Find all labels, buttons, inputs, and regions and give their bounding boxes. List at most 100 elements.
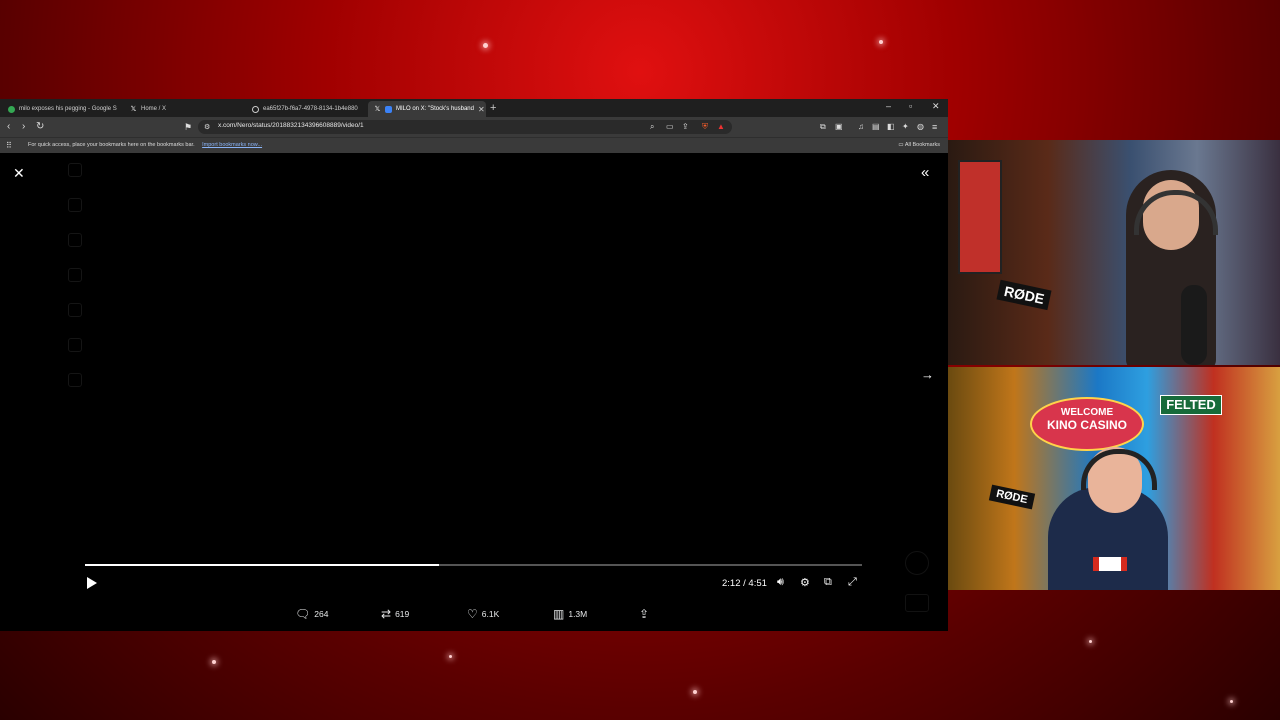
forward-icon[interactable]: ›	[22, 121, 25, 133]
microphone-brand: RØDE	[996, 279, 1052, 311]
ghost-nav-item	[68, 268, 82, 282]
wallet-icon[interactable]: ▣	[835, 121, 843, 133]
current-time: 2:12	[722, 578, 741, 589]
retweet-icon: ⇄	[381, 607, 392, 621]
ghost-nav-item	[68, 338, 82, 352]
volume-icon[interactable]: 🔊︎	[777, 576, 784, 589]
browser-window: milo exposes his pegging - Google S 𝕏 Ho…	[0, 99, 948, 631]
browser-toolbar: ‹ › ↻ ⚑ ⚙ x.com/Nero/status/201883213439…	[0, 117, 948, 137]
dimmed-element	[905, 551, 929, 575]
video-viewer: ✕ « → 2:12 / 4:51 🔊︎ ⚙ ⧉ ⤢ 🗨︎ 264 ⇄ 619 …	[0, 153, 948, 631]
video-progress-fill	[85, 564, 439, 566]
reload-icon[interactable]: ↻	[36, 121, 44, 133]
video-time: 2:12 / 4:51	[722, 578, 767, 589]
tab-milo-on-x[interactable]: 𝕏 MILO on X: "Stock's husband ✕	[368, 101, 486, 117]
settings-icon[interactable]: ⚙	[800, 576, 810, 589]
menu-icon[interactable]: ≡	[932, 121, 937, 133]
webcam-bottom: WELCOME KINO CASINO FELTED RØDE	[948, 367, 1280, 590]
media-icon[interactable]: ♫	[858, 121, 864, 133]
ghost-nav-item	[68, 163, 82, 177]
bookmark-icon[interactable]: ⚑	[184, 121, 192, 133]
like-button[interactable]: ♡ 6.1K	[467, 607, 499, 621]
dimmed-x-sidebar	[68, 163, 82, 408]
microphone-brand: RØDE	[988, 484, 1035, 510]
welcome-sign: WELCOME KINO CASINO	[1030, 397, 1144, 451]
reply-count: 264	[314, 609, 329, 619]
sparkle	[879, 40, 883, 44]
x-logo-icon: 𝕏	[374, 105, 381, 113]
like-count: 6.1K	[481, 609, 500, 619]
picture-in-picture-icon[interactable]: ⧉	[824, 576, 832, 589]
post-actions-bar: 🗨︎ 264 ⇄ 619 ♡ 6.1K ▥ 1.3M ⇪	[0, 605, 948, 625]
sparkle	[1230, 700, 1233, 703]
bar-chart-icon: ▥	[553, 607, 565, 621]
back-icon[interactable]: ‹	[7, 121, 10, 133]
all-bookmarks-button[interactable]: ▭ All Bookmarks	[898, 142, 940, 148]
ghost-nav-item	[68, 373, 82, 387]
sidebar-icon[interactable]: ◧	[887, 121, 895, 133]
share-upload-icon: ⇪	[639, 607, 650, 621]
leo-icon[interactable]: ✦	[902, 121, 909, 133]
microphone	[1181, 285, 1207, 365]
headphones	[1081, 449, 1157, 490]
google-icon	[8, 105, 15, 113]
sparkle	[483, 43, 488, 48]
site-info-icon[interactable]: ⚙	[204, 122, 210, 134]
tab-title: milo exposes his pegging - Google S	[19, 106, 117, 112]
share-page-icon[interactable]: ⇪	[682, 121, 689, 133]
apps-icon[interactable]: ⠿	[6, 140, 12, 152]
arrow-right-icon[interactable]: →	[921, 367, 934, 382]
fullscreen-icon[interactable]: ⤢	[848, 576, 857, 589]
import-bookmarks-link[interactable]: Import bookmarks now...	[202, 142, 262, 148]
bookmarks-hint: For quick access, place your bookmarks h…	[28, 142, 262, 148]
vpn-icon[interactable]: ◍	[917, 121, 924, 133]
sparkle	[1089, 640, 1092, 643]
sparkle	[449, 655, 452, 658]
repost-button[interactable]: ⇄ 619	[381, 607, 409, 621]
url-text: x.com/Nero/status/2018832134396608889/vi…	[218, 122, 364, 129]
close-window-icon[interactable]: ✕	[932, 101, 940, 112]
new-tab-icon[interactable]: +	[490, 102, 496, 114]
tab-title: ea65f27b-f6a7-4978-8134-1b4e880	[263, 106, 358, 112]
view-count: 1.3M	[568, 609, 588, 619]
double-chevron-icon[interactable]: «	[921, 164, 929, 181]
tab-title: MILO on X: "Stock's husband	[396, 106, 474, 112]
tab-title: Home / X	[141, 106, 167, 112]
welcome-text: WELCOME	[1060, 407, 1114, 418]
street-sign: FELTED	[1160, 395, 1222, 415]
repost-count: 619	[395, 609, 410, 619]
kino-casino-text: KINO CASINO	[1046, 418, 1127, 432]
globe-icon	[252, 105, 259, 113]
close-tab-icon[interactable]: ✕	[478, 105, 486, 114]
brave-shield-icon[interactable]: ⛨	[702, 121, 708, 133]
views-button[interactable]: ▥ 1.3M	[553, 607, 587, 621]
heart-icon: ♡	[467, 607, 478, 621]
x-logo-icon: 𝕏	[130, 105, 137, 113]
tab-google-search[interactable]: milo exposes his pegging - Google S	[2, 101, 122, 117]
address-bar[interactable]: ⚙ x.com/Nero/status/2018832134396608889/…	[198, 120, 732, 134]
share-button[interactable]: ⇪	[639, 607, 649, 621]
bookmarks-bar: ⠿ For quick access, place your bookmarks…	[0, 137, 948, 154]
sparkle	[212, 660, 216, 664]
tab-uuid[interactable]: ea65f27b-f6a7-4978-8134-1b4e880	[246, 101, 366, 117]
audio-playing-icon	[385, 105, 392, 113]
ghost-nav-item	[68, 303, 82, 317]
extension-icon[interactable]: ⧉	[820, 121, 826, 133]
brave-rewards-icon[interactable]: ▲	[717, 121, 725, 133]
ghost-nav-item	[68, 233, 82, 247]
reply-button[interactable]: 🗨︎ 264	[295, 607, 328, 621]
reading-list-icon[interactable]: ▤	[872, 121, 880, 133]
arcade-cabinet	[958, 160, 1002, 274]
webcam-top: RØDE	[948, 140, 1280, 365]
play-icon[interactable]	[87, 577, 97, 589]
zoom-icon[interactable]: ⌕	[650, 121, 654, 133]
tab-home-x[interactable]: 𝕏 Home / X	[124, 101, 244, 117]
cast-icon[interactable]: ▭	[666, 121, 674, 133]
maximize-icon[interactable]: ▫	[909, 101, 912, 111]
close-icon[interactable]: ✕	[13, 165, 25, 182]
canada-flag-patch	[1093, 557, 1127, 571]
video-progress-bar[interactable]	[85, 564, 862, 566]
sparkle	[693, 690, 697, 694]
tab-strip: milo exposes his pegging - Google S 𝕏 Ho…	[0, 99, 948, 117]
minimize-icon[interactable]: –	[886, 101, 891, 111]
